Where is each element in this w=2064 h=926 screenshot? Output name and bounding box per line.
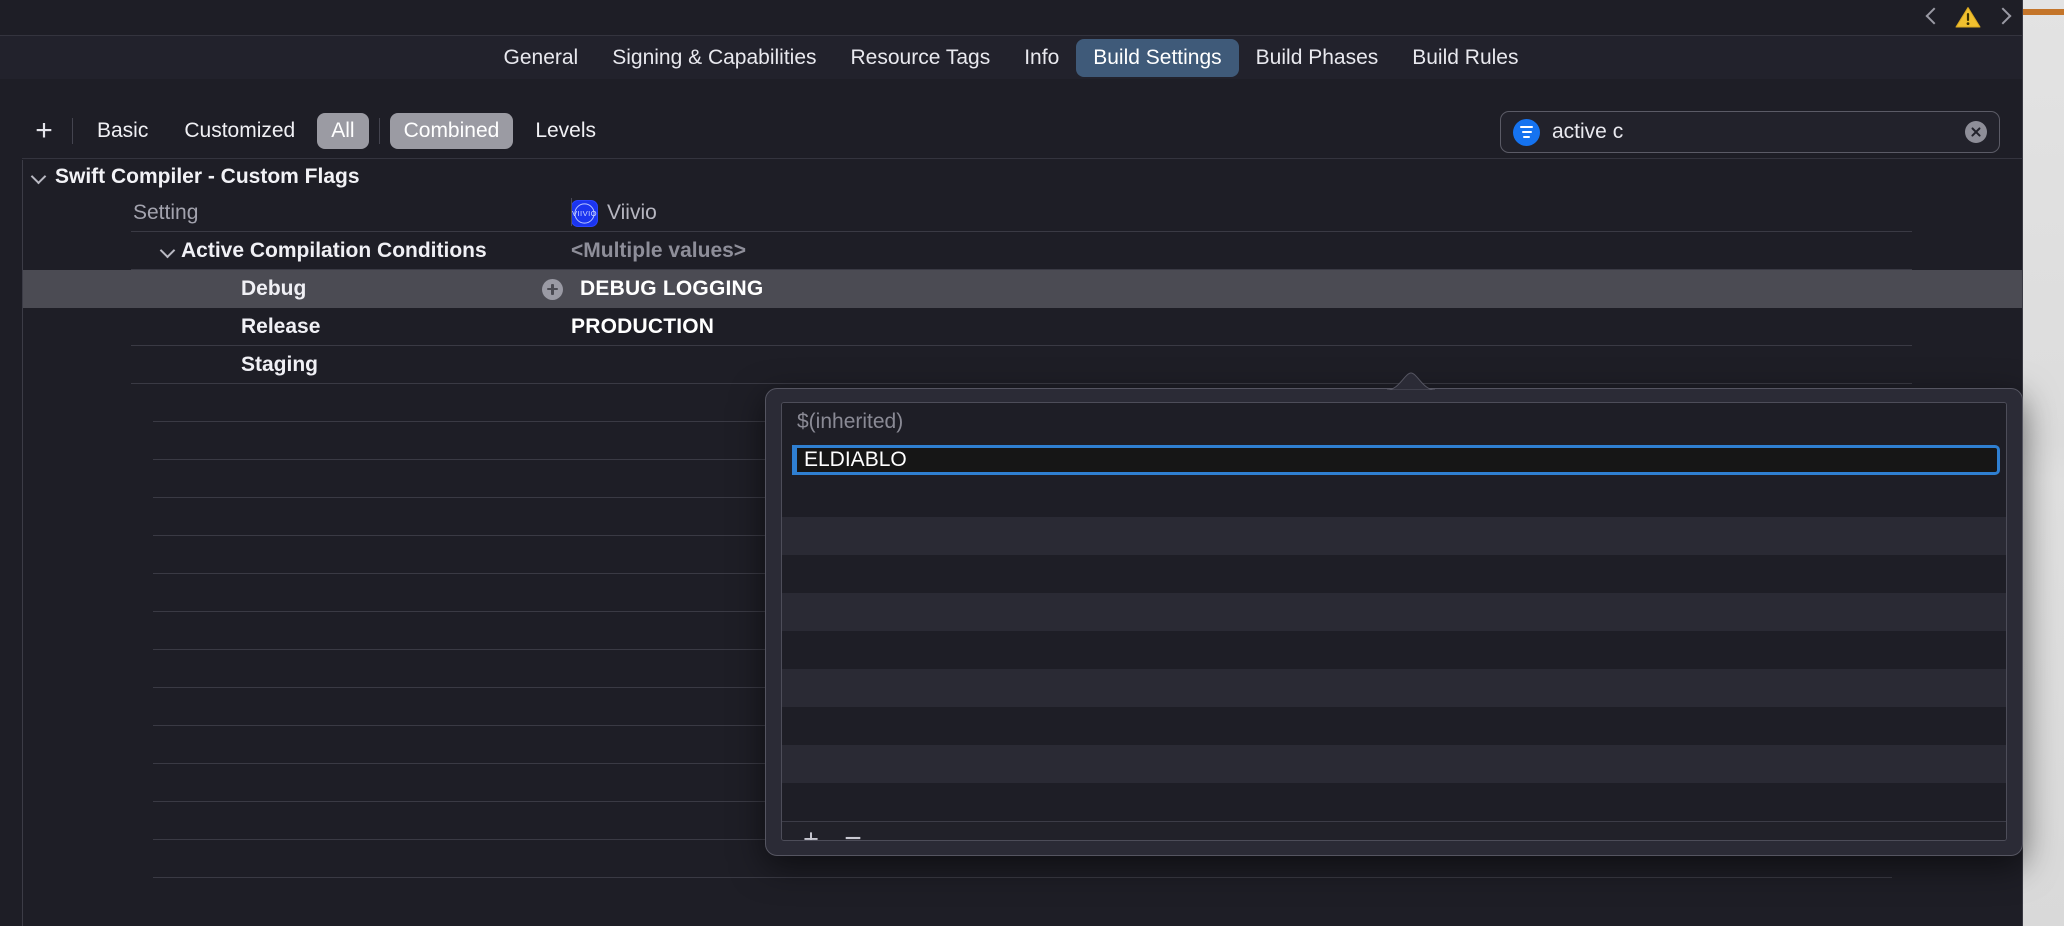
window-topbar (0, 0, 2022, 34)
value-row-empty[interactable] (782, 669, 2006, 707)
popover-arrow (1387, 372, 1435, 390)
setting-row-release[interactable]: Release PRODUCTION (23, 308, 2022, 346)
filter-icon[interactable] (1513, 118, 1540, 146)
value-row-empty[interactable] (782, 707, 2006, 745)
toolbar-left-group: + Basic Customized All Combined Levels (22, 103, 614, 158)
tab-build-rules[interactable]: Build Rules (1395, 39, 1535, 77)
filter-levels[interactable]: Levels (521, 113, 610, 149)
value-editor-popover: $(inherited) ELDIABLO + − (765, 372, 2023, 856)
setting-name: Staging (241, 353, 318, 376)
value-edit-input[interactable]: ELDIABLO (792, 445, 2000, 475)
value-row-inherited[interactable]: $(inherited) (782, 403, 2006, 441)
value-row-editing[interactable]: ELDIABLO (782, 441, 2006, 479)
setting-value: <Multiple values> (571, 239, 747, 262)
popover-content: $(inherited) ELDIABLO + − (781, 402, 2007, 841)
warning-triangle-icon[interactable] (1955, 6, 1981, 29)
tab-resource-tags[interactable]: Resource Tags (834, 39, 1008, 77)
table-header-row: Setting VIIVIO Viivio (23, 194, 2022, 232)
column-header-setting: Setting (133, 201, 199, 224)
setting-name: Active Compilation Conditions (181, 239, 487, 262)
build-settings-toolbar: + Basic Customized All Combined Levels a… (22, 103, 2022, 159)
popover-footer: + − (782, 821, 2006, 841)
value-text: ELDIABLO (804, 448, 907, 471)
clear-search-icon[interactable] (1965, 121, 1987, 143)
remove-value-button[interactable]: − (836, 822, 870, 840)
plus-badge-icon[interactable] (542, 278, 563, 300)
tab-info[interactable]: Info (1007, 39, 1076, 77)
topbar-controls (1926, 0, 2010, 34)
setting-row-debug[interactable]: Debug DEBUG LOGGING (23, 270, 2022, 308)
xcode-build-settings-window: General Signing & Capabilities Resource … (0, 0, 2064, 926)
toolbar-divider-2 (378, 117, 380, 144)
value-row-empty[interactable] (782, 555, 2006, 593)
filter-basic[interactable]: Basic (83, 113, 162, 149)
value-row-empty[interactable] (782, 631, 2006, 669)
filter-all[interactable]: All (317, 112, 369, 149)
value-row-empty[interactable] (782, 479, 2006, 517)
setting-value: DEBUG LOGGING (580, 277, 764, 300)
text-caret (792, 445, 797, 475)
right-side-panel (2022, 0, 2064, 926)
value-row-empty[interactable] (782, 517, 2006, 555)
setting-name: Release (241, 315, 321, 338)
setting-row-active-compilation-conditions[interactable]: Active Compilation Conditions <Multiple … (23, 232, 2022, 270)
toolbar-divider-1 (72, 117, 73, 144)
group-title: Swift Compiler - Custom Flags (55, 165, 360, 188)
search-input[interactable]: active c (1552, 120, 1953, 144)
setting-value: PRODUCTION (571, 315, 715, 338)
value-list[interactable]: $(inherited) ELDIABLO (782, 403, 2006, 821)
filter-customized[interactable]: Customized (170, 113, 309, 149)
value-row-empty[interactable] (782, 593, 2006, 631)
chevron-left-icon[interactable] (1926, 6, 1939, 28)
setting-name: Debug (241, 277, 307, 300)
row-divider (153, 877, 1892, 878)
viivio-app-icon: VIIVIO (571, 199, 598, 227)
tab-build-phases[interactable]: Build Phases (1239, 39, 1396, 77)
value-row-empty[interactable] (782, 745, 2006, 783)
disclosure-triangle-icon[interactable] (158, 241, 178, 261)
editor-tab-bar: General Signing & Capabilities Resource … (0, 35, 2022, 79)
add-value-button[interactable]: + (794, 822, 828, 841)
chevron-right-icon[interactable] (1997, 6, 2010, 28)
add-setting-button[interactable]: + (22, 103, 66, 158)
column-header-target: VIIVIO Viivio (571, 199, 2022, 227)
group-header-swift-compiler-custom-flags[interactable]: Swift Compiler - Custom Flags (23, 160, 2022, 194)
target-name: Viivio (607, 201, 657, 224)
disclosure-triangle-icon[interactable] (29, 167, 49, 187)
tab-build-settings[interactable]: Build Settings (1076, 38, 1239, 77)
setting-row-staging[interactable]: Staging (23, 346, 2022, 384)
value-text: $(inherited) (797, 410, 904, 433)
tab-general[interactable]: General (487, 39, 596, 77)
accent-bar (2023, 9, 2064, 15)
value-row-empty[interactable] (782, 783, 2006, 821)
filter-combined[interactable]: Combined (389, 112, 514, 149)
tab-signing-capabilities[interactable]: Signing & Capabilities (595, 39, 833, 77)
search-field[interactable]: active c (1500, 111, 2000, 153)
